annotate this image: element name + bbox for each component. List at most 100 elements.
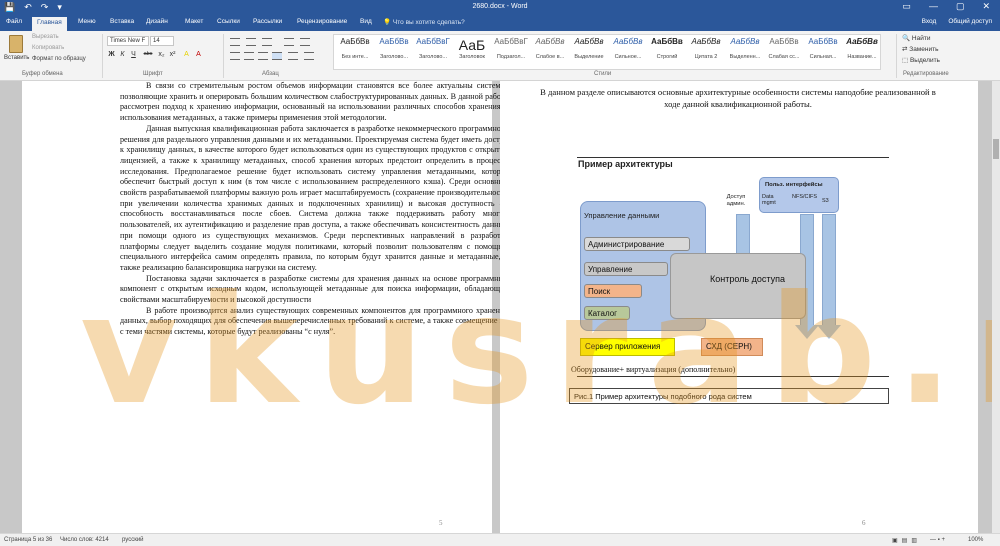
style-name: Сильное... [614, 54, 642, 60]
tab-layout[interactable]: Макет [185, 18, 203, 25]
section-intro[interactable]: В данном разделе описываются основные ар… [540, 87, 936, 110]
admin-access-label: Доступ админ. [726, 194, 746, 207]
figure-caption[interactable]: Рис.1 Пример архитектуры подобного рода … [569, 388, 889, 404]
sign-in-link[interactable]: Вход [922, 18, 937, 25]
document-area[interactable]: В связи со стремительным ростом объемов … [0, 81, 992, 533]
subscript-button[interactable]: x₂ [157, 51, 166, 58]
find-label: Найти [911, 35, 931, 42]
bullets-icon[interactable] [230, 38, 240, 46]
ui-data-mgmt: Data mgmt [762, 194, 776, 206]
user-links: Вход Общий доступ [922, 18, 992, 25]
superscript-button[interactable]: x² [168, 51, 177, 58]
line-spacing-icon[interactable] [288, 52, 298, 60]
page-6[interactable]: В данном разделе описываются основные ар… [500, 81, 978, 533]
style-sample: АаБбВв [691, 37, 721, 46]
paragraph[interactable]: В связи со стремительным ростом объемов … [120, 81, 508, 124]
style-subtle-emphasis[interactable]: АаБбВв Слабое в... [531, 37, 569, 60]
style-intense-emphasis[interactable]: АаБбВв Сильное... [609, 37, 647, 60]
align-center-icon[interactable] [244, 52, 254, 60]
style-name: Заголовок [459, 54, 485, 60]
tab-references[interactable]: Ссылки [217, 18, 240, 25]
style-emphasis[interactable]: АаБбВв Выделение [570, 37, 608, 60]
editing-group-label: Редактирование [903, 71, 949, 77]
increase-indent-icon[interactable] [300, 38, 310, 46]
page-count[interactable]: Страница 5 из 36 [4, 537, 52, 543]
numbering-icon[interactable] [246, 38, 256, 46]
cut-button[interactable]: Вырезать [32, 34, 59, 40]
select-button[interactable]: ⬚ Выделить [902, 56, 940, 64]
close-icon[interactable]: ✕ [982, 1, 990, 12]
style-intense-quote[interactable]: АаБбВв Выделенн... [726, 37, 764, 60]
minimize-icon[interactable]: — [929, 1, 938, 12]
font-size-select[interactable]: 14 [150, 36, 174, 46]
style-title[interactable]: АаБ Заголовок [453, 37, 491, 60]
view-buttons[interactable]: ▣▤▥ [892, 537, 921, 544]
justify-icon[interactable] [272, 52, 282, 60]
user-interfaces-label: Польз. интерфейсы [765, 182, 823, 188]
style-sample: АаБбВв [808, 37, 838, 46]
diagram-bottom-rule [577, 376, 889, 377]
font-color-button[interactable]: A [194, 51, 203, 58]
style-book-title[interactable]: АаБбВв Название... [843, 37, 881, 60]
shading-icon[interactable] [304, 52, 314, 60]
ribbon-display-icon[interactable]: ▭ [902, 1, 911, 12]
style-quote[interactable]: АаБбВв Цитата 2 [687, 37, 725, 60]
style-heading1[interactable]: АаБбВв Заголово... [375, 37, 413, 60]
tab-view[interactable]: Вид [360, 18, 372, 25]
vertical-scrollbar[interactable] [992, 81, 1000, 533]
italic-button[interactable]: К [118, 51, 127, 58]
find-button[interactable]: 🔍 Найти [902, 34, 930, 42]
access-control-block [670, 253, 806, 319]
style-sample: АаБбВв [769, 37, 799, 46]
style-name: Строгий [656, 54, 678, 60]
tab-mailings[interactable]: Рассылки [253, 18, 282, 25]
zoom-level[interactable]: 100% [968, 537, 983, 543]
tab-home[interactable]: Главная [32, 17, 67, 31]
underline-button[interactable]: Ч [129, 51, 138, 58]
maximize-icon[interactable]: ▢ [956, 1, 965, 12]
style-subtle-reference[interactable]: АаБбВв Слабая сс... [765, 37, 803, 60]
align-right-icon[interactable] [258, 52, 268, 60]
bold-button[interactable]: Ж [107, 51, 116, 58]
diagram-title: Пример архитектуры [578, 159, 673, 169]
style-sample: АаБбВв [613, 37, 643, 46]
zoom-slider[interactable]: — ▪ + [930, 537, 945, 543]
management-item: Управление [584, 262, 668, 276]
separator [223, 34, 224, 78]
tell-me-box[interactable]: 💡 Что вы хотите сделать? [383, 18, 465, 26]
format-painter-button[interactable]: Формат по образцу [32, 56, 86, 62]
ribbon-home: Вставить Вырезать Копировать Формат по о… [0, 31, 1000, 81]
tab-insert[interactable]: Вставка [110, 18, 134, 25]
arrow-head [817, 325, 841, 339]
paragraph[interactable]: Данная выпускная квалификационная работа… [120, 124, 508, 274]
style-subtitle[interactable]: АаБбВвГ Подзагол... [492, 37, 530, 60]
language-indicator[interactable]: русский [122, 537, 144, 543]
page-5-text[interactable]: В связи со стремительным ростом объемов … [120, 81, 508, 338]
word-count[interactable]: Число слов: 4214 [60, 537, 109, 543]
tab-menu[interactable]: Меню [78, 18, 96, 25]
paragraph[interactable]: В работе производится анализ существующи… [120, 306, 508, 338]
tab-review[interactable]: Рецензирование [297, 18, 347, 25]
replace-button[interactable]: ⇄ Заменить [902, 45, 938, 53]
tab-file[interactable]: Файл [6, 18, 22, 25]
style-intense-reference[interactable]: АаБбВв Сильная... [804, 37, 842, 60]
multilevel-list-icon[interactable] [262, 38, 272, 46]
align-left-icon[interactable] [230, 52, 240, 60]
decrease-indent-icon[interactable] [284, 38, 294, 46]
arrow-head [795, 325, 819, 339]
paragraph[interactable]: Постановка задачи заключается в разработ… [120, 274, 508, 306]
style-sample: АаБбВв [340, 37, 370, 46]
style-heading2[interactable]: АаБбВвГ Заголово... [414, 37, 452, 60]
strikethrough-button[interactable]: abc [141, 51, 155, 57]
copy-button[interactable]: Копировать [32, 45, 64, 51]
page-5[interactable]: В связи со стремительным ростом объемов … [22, 81, 508, 533]
font-name-select[interactable]: Times New F [107, 36, 149, 46]
scroll-thumb[interactable] [993, 139, 999, 159]
highlight-color-button[interactable]: A [182, 51, 191, 58]
share-button[interactable]: Общий доступ [948, 18, 992, 25]
tab-design[interactable]: Дизайн [146, 18, 168, 25]
paste-button[interactable]: Вставить [4, 35, 29, 61]
style-strong[interactable]: АаБбВв Строгий [648, 37, 686, 60]
style-no-spacing[interactable]: АаБбВв Без инте... [336, 37, 374, 60]
style-name: Название... [847, 54, 877, 60]
